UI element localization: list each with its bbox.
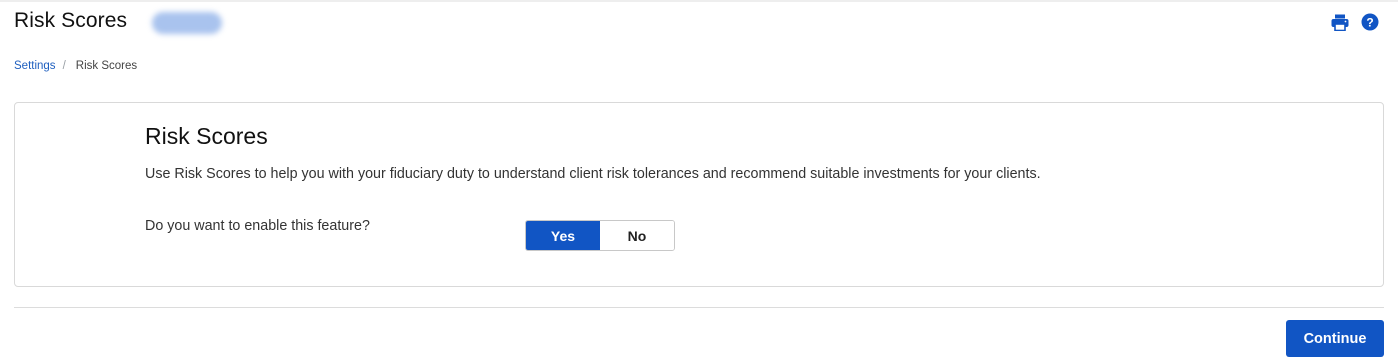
breadcrumb-current: Risk Scores — [75, 60, 138, 72]
yes-option-button[interactable]: Yes — [526, 221, 600, 250]
breadcrumb: Settings / Risk Scores — [14, 60, 137, 72]
header-actions: ? — [1330, 12, 1380, 32]
enable-feature-question: Do you want to enable this feature? — [145, 218, 370, 234]
top-border — [0, 0, 1398, 2]
enable-feature-toggle: Yes No — [525, 220, 675, 251]
card-description: Use Risk Scores to help you with your fi… — [145, 166, 1041, 182]
continue-button[interactable]: Continue — [1286, 320, 1384, 357]
card-title: Risk Scores — [145, 123, 268, 149]
print-icon[interactable] — [1330, 12, 1350, 32]
risk-scores-card: Risk Scores Use Risk Scores to help you … — [14, 102, 1384, 287]
svg-text:?: ? — [1366, 15, 1373, 29]
breadcrumb-separator: / — [62, 60, 66, 72]
no-option-button[interactable]: No — [600, 221, 674, 250]
page-title: Risk Scores — [14, 9, 128, 32]
breadcrumb-settings-link[interactable]: Settings — [14, 60, 56, 72]
help-icon[interactable]: ? — [1360, 12, 1380, 32]
footer-divider — [14, 307, 1384, 308]
status-badge — [152, 12, 222, 34]
